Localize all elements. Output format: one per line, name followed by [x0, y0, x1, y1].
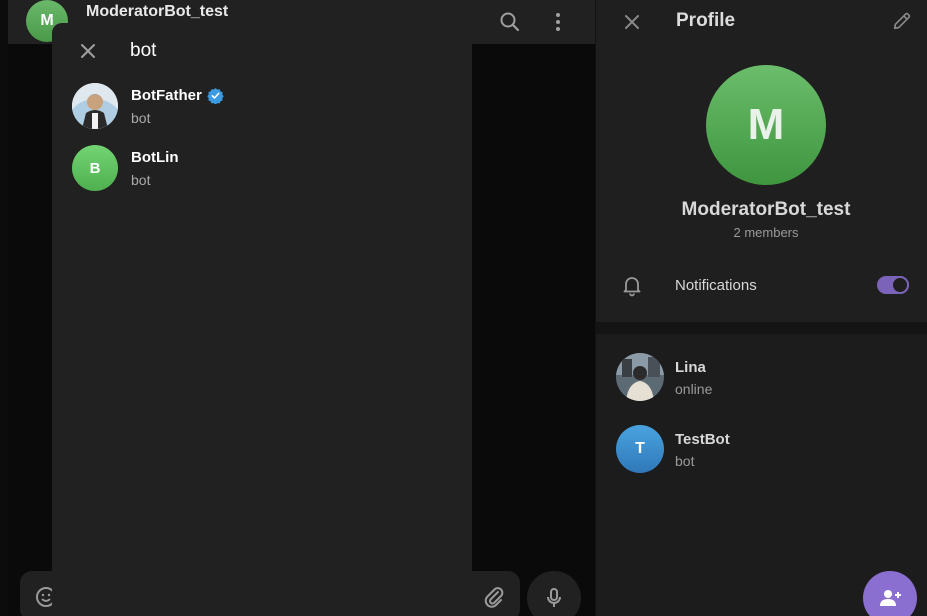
notifications-toggle[interactable]: [877, 276, 909, 294]
search-result-name-text: BotFather: [131, 87, 202, 104]
add-member-button[interactable]: [863, 571, 917, 616]
botlin-avatar: B: [72, 145, 118, 191]
search-result-item[interactable]: B BotLin bot: [52, 145, 472, 205]
member-list-item[interactable]: Lina online: [596, 353, 927, 413]
bell-icon: [620, 273, 644, 297]
search-input[interactable]: [130, 37, 450, 65]
attach-icon[interactable]: [482, 585, 506, 609]
more-vertical-icon[interactable]: [546, 10, 570, 34]
search-result-item[interactable]: BotFather bot: [52, 83, 472, 143]
member-name: Lina: [675, 359, 706, 376]
profile-avatar[interactable]: M: [706, 65, 826, 185]
search-result-name: BotFather: [131, 87, 224, 104]
search-panel: BotFather bot B BotLin bot: [52, 23, 472, 614]
member-status: online: [675, 381, 713, 397]
add-user-icon: [880, 590, 901, 606]
verified-icon: [207, 88, 224, 104]
search-result-subtitle: bot: [131, 172, 151, 188]
app-window: M ModeratorBot_test bot BotFather bot B …: [0, 0, 927, 616]
voice-record-button[interactable]: [527, 571, 581, 616]
botfather-avatar: [72, 83, 118, 129]
member-list-item[interactable]: T TestBot bot: [596, 425, 927, 485]
search-result-name: BotLin: [131, 149, 179, 166]
lina-avatar: [616, 353, 664, 401]
profile-panel: Profile M ModeratorBot_test 2 members No…: [595, 0, 927, 616]
member-status: bot: [675, 453, 695, 469]
microphone-icon: [547, 588, 561, 607]
notifications-label: Notifications: [675, 277, 757, 294]
member-name: TestBot: [675, 431, 730, 448]
profile-title: Profile: [676, 10, 736, 31]
testbot-avatar: T: [616, 425, 664, 473]
profile-member-count: 2 members: [733, 225, 799, 240]
toggle-knob: [891, 276, 909, 294]
section-divider: [596, 322, 927, 334]
close-profile-icon[interactable]: [620, 10, 644, 34]
chat-title[interactable]: ModeratorBot_test: [86, 3, 228, 21]
profile-header: Profile M ModeratorBot_test 2 members No…: [596, 0, 927, 322]
edit-pencil-icon[interactable]: [891, 10, 913, 32]
profile-name: ModeratorBot_test: [681, 199, 851, 220]
close-search-icon[interactable]: [76, 39, 100, 63]
search-icon[interactable]: [498, 10, 522, 34]
search-result-subtitle: bot: [131, 110, 151, 126]
